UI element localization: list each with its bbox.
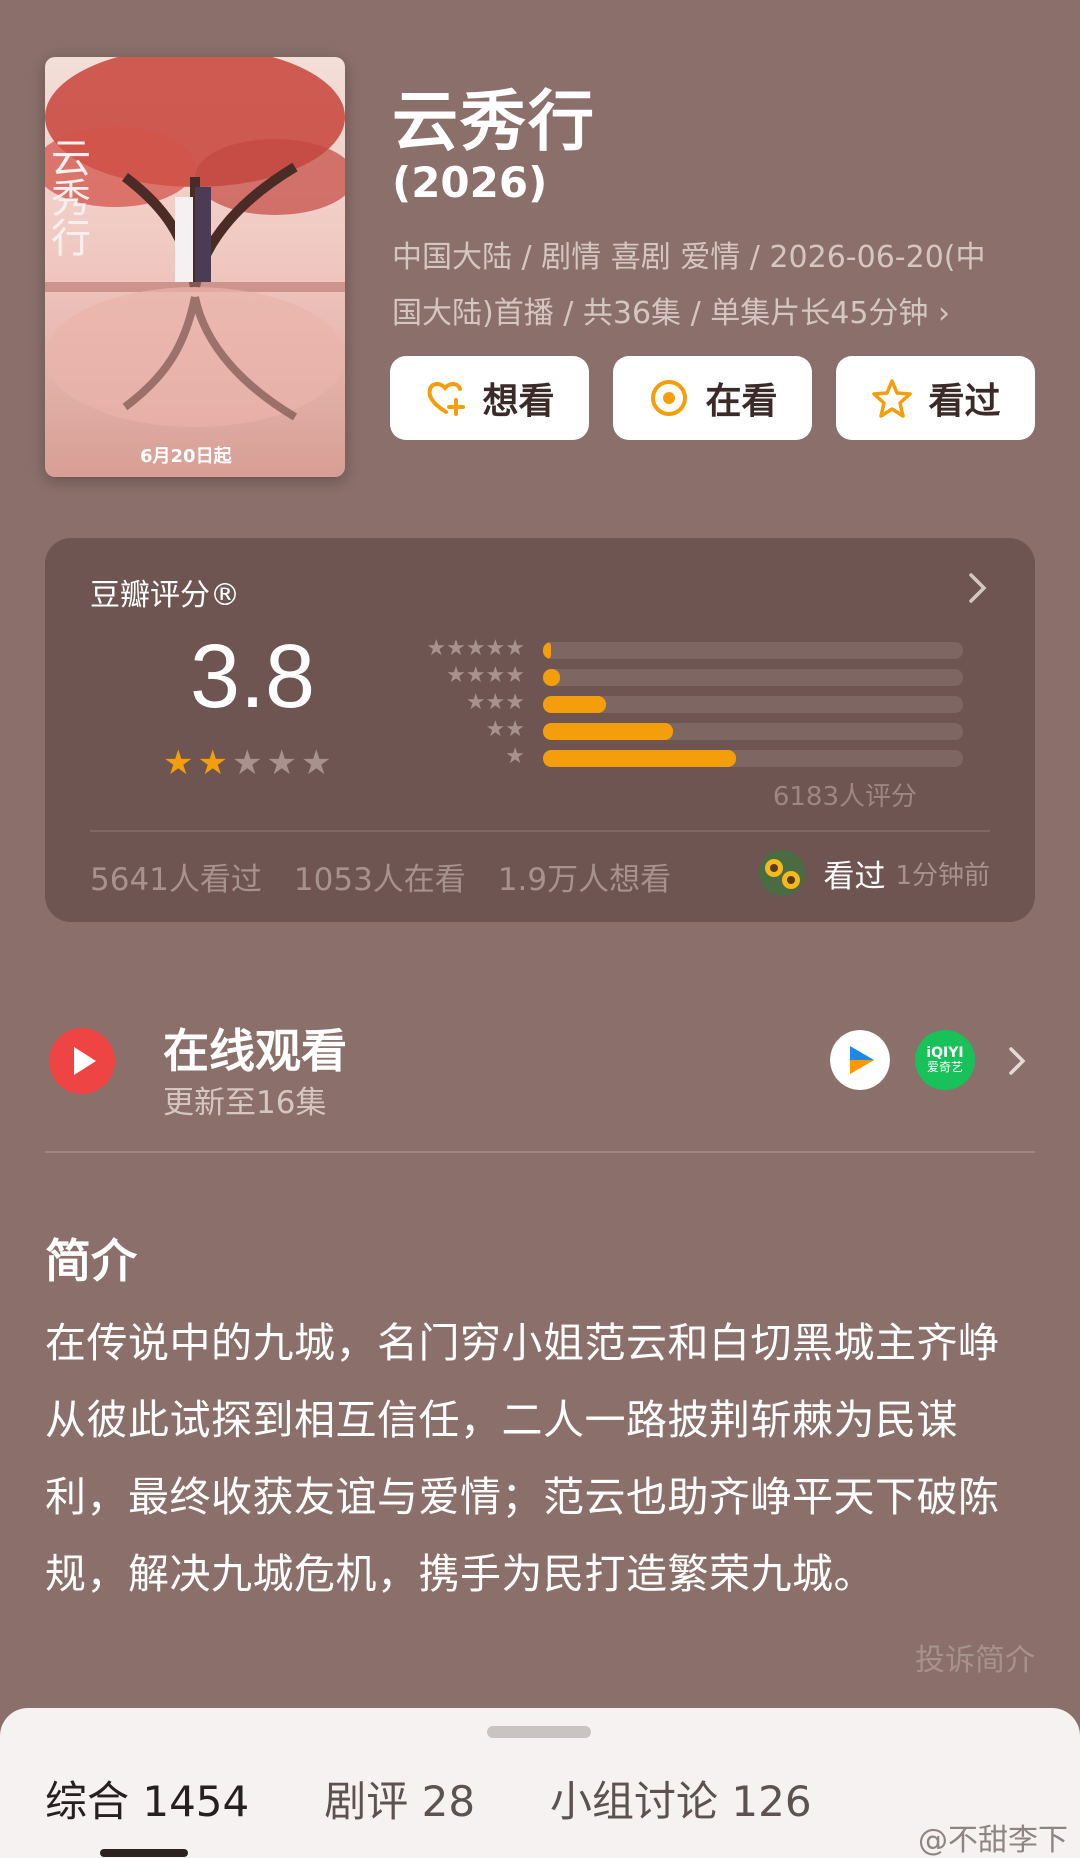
sheet-handle[interactable] [487,1726,591,1738]
count-watched: 5641人看过 [90,862,262,898]
rating-distribution: ★★★★★ ★★★★ ★★★ ★★ ★ [375,638,965,773]
section-divider [45,1151,1035,1153]
want-button[interactable]: 想看 [390,356,589,440]
tab-indicator [100,1849,188,1857]
recent-activity[interactable]: 看过 1分钟前 [759,850,990,896]
distribution-stars-label: ★★★ [465,690,525,715]
show-meta-line-2: 国大陆)首播 / 共36集 / 单集片长45分钟 › [392,296,950,331]
recent-time: 1分钟前 [895,860,990,891]
intro-body: 在传说中的九城，名门穷小姐范云和白切黑城主齐峥从彼此试探到相互信任，二人一路披荆… [45,1319,1000,1598]
distribution-bar [543,750,737,767]
star-empty-icon: ★ [266,743,297,783]
rating-score: 3.8 [190,627,316,727]
rating-counts: 5641人看过 1053人在看 1.9万人想看 [90,854,671,899]
distribution-track [543,750,963,767]
distribution-stars-label: ★★ [485,717,525,742]
heart-plus-icon [428,382,466,416]
show-title: 云秀行 [392,83,596,160]
rating-divider [90,830,990,832]
distribution-stars-label: ★★★★ [446,663,525,688]
rating-distribution-row: ★★★★★ [375,638,965,665]
rating-distribution-row: ★★★ [375,692,965,719]
iqiyi-logo-text: iQIYI [926,1044,964,1061]
tab-group-discussion[interactable]: 小组讨论 126 [550,1768,812,1829]
count-want: 1.9万人想看 [497,862,672,898]
chevron-right-icon [1009,1047,1026,1075]
rating-distribution-row: ★ [375,746,965,773]
distribution-stars-label: ★★★★★ [426,636,525,661]
distribution-bar [543,696,606,713]
distribution-bar [543,669,560,686]
show-meta[interactable]: 中国大陆 / 剧情 喜剧 爱情 / 2026-06-20(中 国大陆)首播 / … [392,230,1032,342]
watch-subtitle: 更新至16集 [163,1085,327,1121]
avatar[interactable] [759,850,806,896]
target-icon [651,380,688,416]
poster-image[interactable]: 云秀行 6月20日起 [45,57,345,477]
total-votes: 6183人评分 [772,782,917,812]
distribution-bar [543,642,552,659]
iqiyi-icon[interactable]: iQIYI 爱奇艺 [915,1030,975,1090]
star-filled-icon: ★ [197,743,228,783]
chevron-right-icon [969,573,987,603]
report-intro-link[interactable]: 投诉简介 [915,1635,1035,1679]
distribution-track [543,669,963,686]
want-label: 想看 [482,381,555,422]
poster-date-text: 6月20日起 [140,445,233,467]
distribution-track [543,696,963,713]
rating-card[interactable]: 豆瓣评分® 3.8 ★ ★ ★ ★ ★ ★★★★★ ★★★★ ★★★ ★★ ★ 6183人评分 … [45,538,1035,922]
distribution-stars-label: ★ [505,744,525,769]
star-empty-icon: ★ [231,743,263,783]
star-filled-icon: ★ [163,743,194,783]
tab-reviews[interactable]: 剧评 28 [324,1768,475,1829]
recent-status: 看过 [823,858,886,895]
watch-title: 在线观看 [163,1024,347,1078]
watermark: @不甜李下 [918,1823,1068,1858]
star-outline-icon [872,379,913,418]
iqiyi-logo-text-cn: 爱奇艺 [926,1060,963,1075]
show-header: 云秀行 6月20日起 云秀行 (2026) 中国大陆 / 剧情 喜剧 爱情 / … [0,0,1080,520]
play-icon [49,1028,115,1094]
star-empty-icon: ★ [300,743,332,783]
rating-distribution-row: ★★★★ [375,665,965,692]
show-meta-line-1: 中国大陆 / 剧情 喜剧 爱情 / 2026-06-20(中 [392,240,986,275]
watching-button[interactable]: 在看 [613,356,812,440]
tab-bar: 综合 1454 剧评 28 小组讨论 126 [45,1768,812,1829]
tencent-video-icon[interactable] [830,1030,890,1090]
watching-label: 在看 [705,381,778,422]
poster-calligraphy: 云秀行 [45,137,91,257]
rating-stars: ★ ★ ★ ★ ★ [163,746,331,780]
show-year: (2026) [392,158,548,207]
tab-overall[interactable]: 综合 1454 [45,1768,249,1829]
intro-title: 简介 [45,1234,137,1288]
count-watching: 1053人在看 [293,862,466,898]
rating-distribution-row: ★★ [375,719,965,746]
online-watch-row[interactable]: 在线观看 更新至16集 iQIYI 爱奇艺 [45,1005,1035,1155]
rating-header: 豆瓣评分® [90,578,240,613]
watched-button[interactable]: 看过 [836,356,1035,440]
watched-label: 看过 [928,381,1001,422]
distribution-bar [543,723,674,740]
action-buttons: 想看 在看 看过 [390,356,1035,440]
distribution-track [543,642,963,659]
distribution-track [543,723,963,740]
